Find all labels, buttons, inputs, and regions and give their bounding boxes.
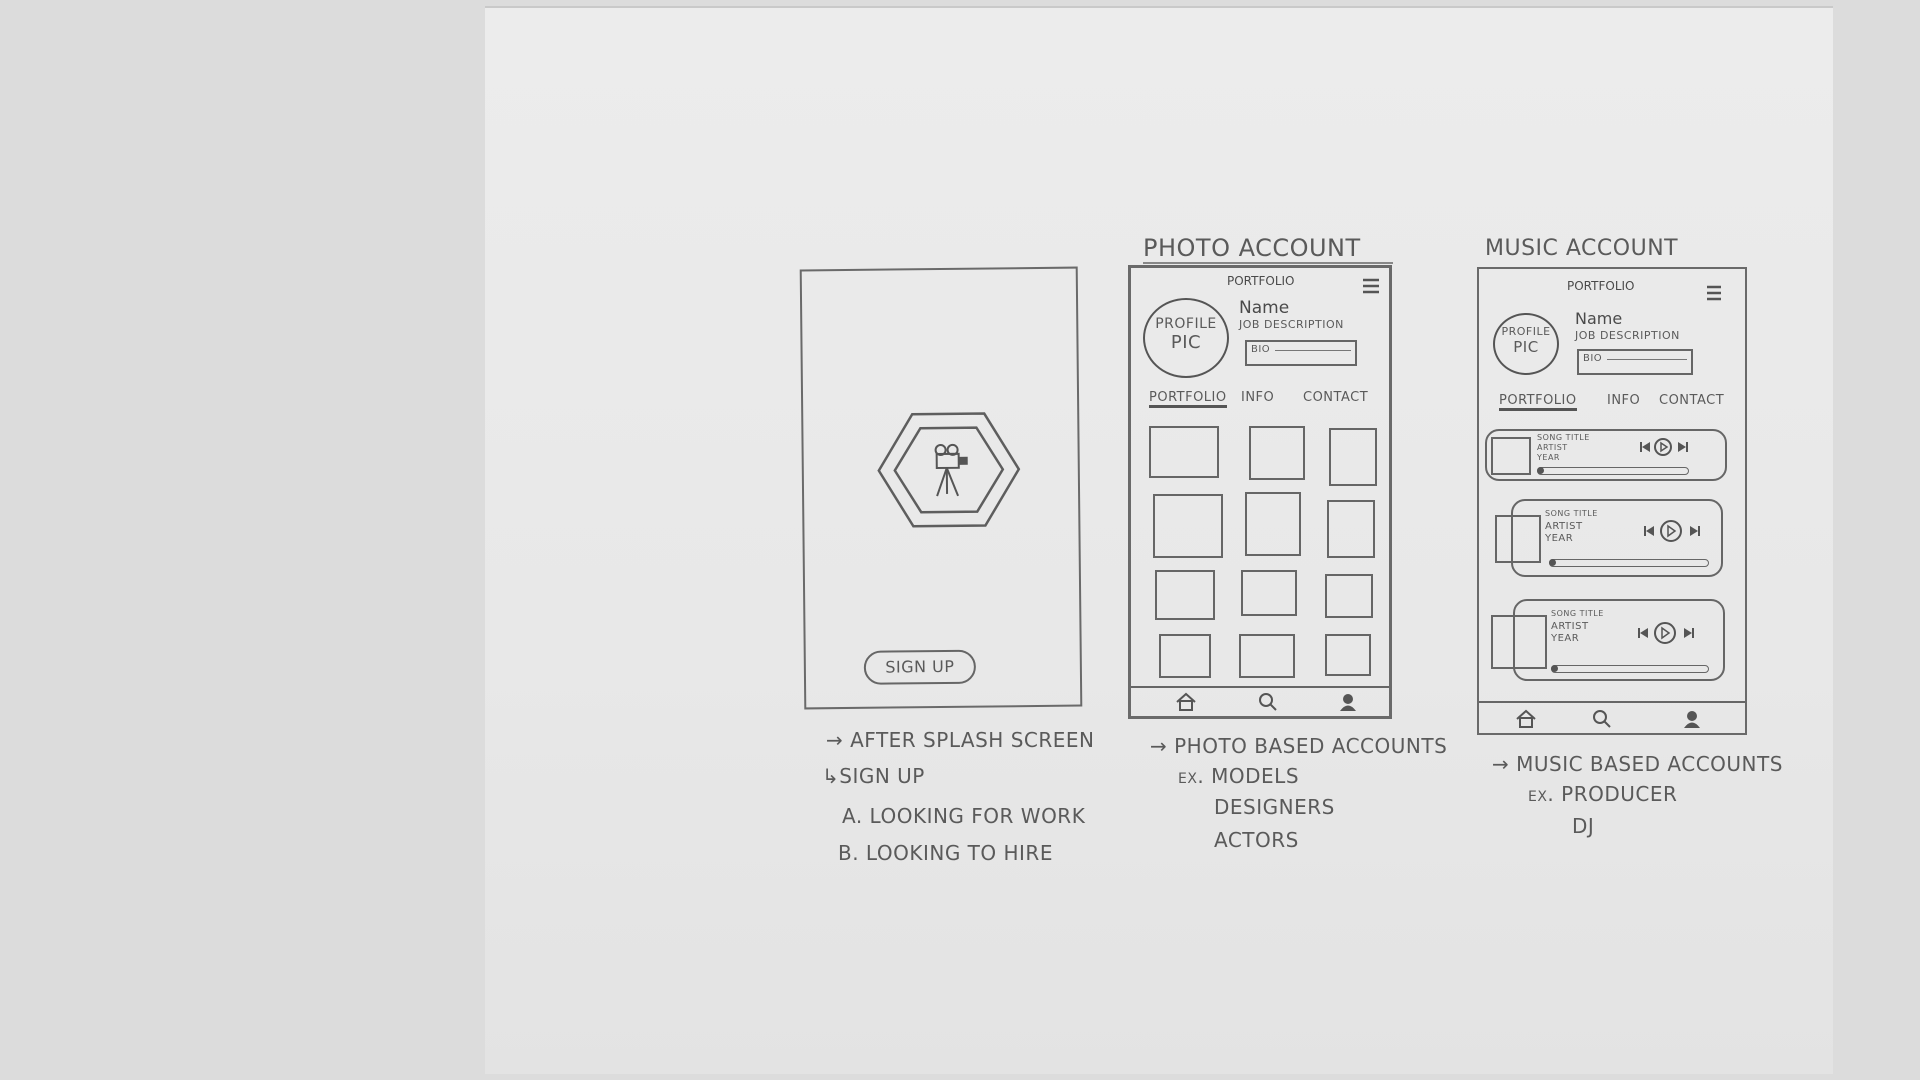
photo-thumb[interactable] <box>1325 634 1371 676</box>
camera-tripod-icon <box>877 412 1021 528</box>
signup-button-label: SIGN UP <box>885 656 955 677</box>
profile-name: Name <box>1575 309 1623 328</box>
song-artist: ARTIST <box>1537 443 1568 452</box>
prev-icon[interactable] <box>1643 525 1655 537</box>
album-art <box>1491 615 1547 669</box>
photo-note-3: DESIGNERS <box>1214 795 1335 819</box>
photo-thumb[interactable] <box>1245 492 1301 556</box>
next-icon[interactable] <box>1683 627 1695 639</box>
song-year: YEAR <box>1551 633 1580 644</box>
photo-thumb[interactable] <box>1149 426 1219 478</box>
tab-info[interactable]: INFO <box>1241 390 1274 405</box>
progress-handle[interactable] <box>1549 559 1556 566</box>
play-icon[interactable] <box>1653 621 1677 645</box>
signup-note-3: A. LOOKING FOR WORK <box>842 804 1086 828</box>
heading-underline <box>1143 262 1393 264</box>
album-art <box>1491 437 1531 475</box>
progress-bar[interactable] <box>1551 665 1709 673</box>
bottom-nav <box>1131 686 1389 718</box>
music-account-heading: MUSIC ACCOUNT <box>1485 236 1679 261</box>
photo-thumb[interactable] <box>1241 570 1297 616</box>
signup-note-2: ↳SIGN UP <box>822 764 925 788</box>
prev-icon[interactable] <box>1637 627 1649 639</box>
avatar-label-2: PIC <box>1170 332 1202 353</box>
bio-scribble <box>1607 359 1687 360</box>
search-icon[interactable] <box>1257 692 1279 712</box>
profile-name: Name <box>1239 298 1290 318</box>
song-card[interactable]: SONG TITLE ARTIST YEAR <box>1485 429 1727 481</box>
signup-note-4: B. LOOKING TO HIRE <box>838 841 1053 865</box>
job-description: JOB DESCRIPTION <box>1239 318 1344 331</box>
photo-note-2: ex. MODELS <box>1178 764 1300 788</box>
avatar-label-2: PIC <box>1513 338 1539 356</box>
photo-screen-frame: PORTFOLIO PROFILE PIC Name JOB DESCRIPTI… <box>1128 265 1392 719</box>
song-title: SONG TITLE <box>1537 433 1590 442</box>
avatar-label-1: PROFILE <box>1501 325 1551 338</box>
song-card[interactable]: SONG TITLE ARTIST YEAR <box>1495 499 1723 577</box>
bio-box: BIO <box>1577 349 1693 375</box>
album-art <box>1495 515 1541 563</box>
profile-icon[interactable] <box>1681 709 1703 729</box>
prev-icon[interactable] <box>1639 441 1651 453</box>
hamburger-menu-icon[interactable] <box>1361 276 1381 296</box>
job-description: JOB DESCRIPTION <box>1575 329 1680 342</box>
song-title: SONG TITLE <box>1551 609 1604 618</box>
bio-label: BIO <box>1583 353 1603 364</box>
search-icon[interactable] <box>1591 709 1613 729</box>
home-icon[interactable] <box>1515 709 1537 729</box>
tab-info[interactable]: INFO <box>1607 393 1640 408</box>
photo-note-4: ACTORS <box>1214 828 1299 852</box>
photo-thumb[interactable] <box>1249 426 1305 480</box>
bio-label: BIO <box>1251 344 1271 355</box>
progress-handle[interactable] <box>1551 665 1558 672</box>
bottom-nav <box>1479 701 1745 735</box>
progress-bar[interactable] <box>1537 467 1689 475</box>
photo-thumb[interactable] <box>1327 500 1375 558</box>
home-icon[interactable] <box>1175 692 1197 712</box>
play-icon[interactable] <box>1659 519 1683 543</box>
photo-thumb[interactable] <box>1329 428 1377 486</box>
song-artist: ARTIST <box>1551 621 1589 632</box>
avatar-label-1: PROFILE <box>1155 316 1217 332</box>
photo-thumb[interactable] <box>1153 494 1223 558</box>
signup-button[interactable]: SIGN UP <box>863 649 977 685</box>
photo-account-heading: PHOTO ACCOUNT <box>1143 234 1361 262</box>
progress-handle[interactable] <box>1537 467 1544 474</box>
next-icon[interactable] <box>1689 525 1701 537</box>
progress-bar[interactable] <box>1549 559 1709 567</box>
music-screen-frame: PORTFOLIO PROFILE PIC Name JOB DESCRIPTI… <box>1477 267 1747 735</box>
photo-note-1: → PHOTO BASED ACCOUNTS <box>1150 734 1448 758</box>
signup-note-1: → AFTER SPLASH SCREEN <box>826 728 1095 752</box>
tab-contact[interactable]: CONTACT <box>1303 390 1368 405</box>
photo-thumb[interactable] <box>1239 634 1295 678</box>
music-note-3: DJ <box>1572 814 1595 838</box>
hamburger-menu-icon[interactable] <box>1705 283 1723 303</box>
bio-scribble <box>1275 350 1351 351</box>
tab-portfolio[interactable]: PORTFOLIO <box>1499 393 1577 411</box>
song-artist: ARTIST <box>1545 521 1583 532</box>
music-note-2: ex. PRODUCER <box>1528 782 1678 806</box>
signup-screen-frame: SIGN UP <box>799 266 1083 710</box>
photo-thumb[interactable] <box>1325 574 1373 618</box>
music-note-1: → MUSIC BASED ACCOUNTS <box>1492 752 1783 776</box>
play-icon[interactable] <box>1653 437 1673 457</box>
photo-thumb[interactable] <box>1159 634 1211 678</box>
song-title: SONG TITLE <box>1545 509 1598 518</box>
tab-contact[interactable]: CONTACT <box>1659 393 1724 408</box>
profile-icon[interactable] <box>1337 692 1359 712</box>
song-card[interactable]: SONG TITLE ARTIST YEAR <box>1491 599 1725 681</box>
avatar: PROFILE PIC <box>1493 313 1559 375</box>
next-icon[interactable] <box>1677 441 1689 453</box>
bio-box: BIO <box>1245 340 1357 366</box>
avatar: PROFILE PIC <box>1143 298 1229 378</box>
tab-portfolio[interactable]: PORTFOLIO <box>1149 390 1227 408</box>
photo-header-title: PORTFOLIO <box>1227 274 1295 288</box>
photo-thumb[interactable] <box>1155 570 1215 620</box>
song-year: YEAR <box>1537 453 1560 462</box>
music-header-title: PORTFOLIO <box>1567 279 1635 293</box>
song-year: YEAR <box>1545 533 1574 544</box>
